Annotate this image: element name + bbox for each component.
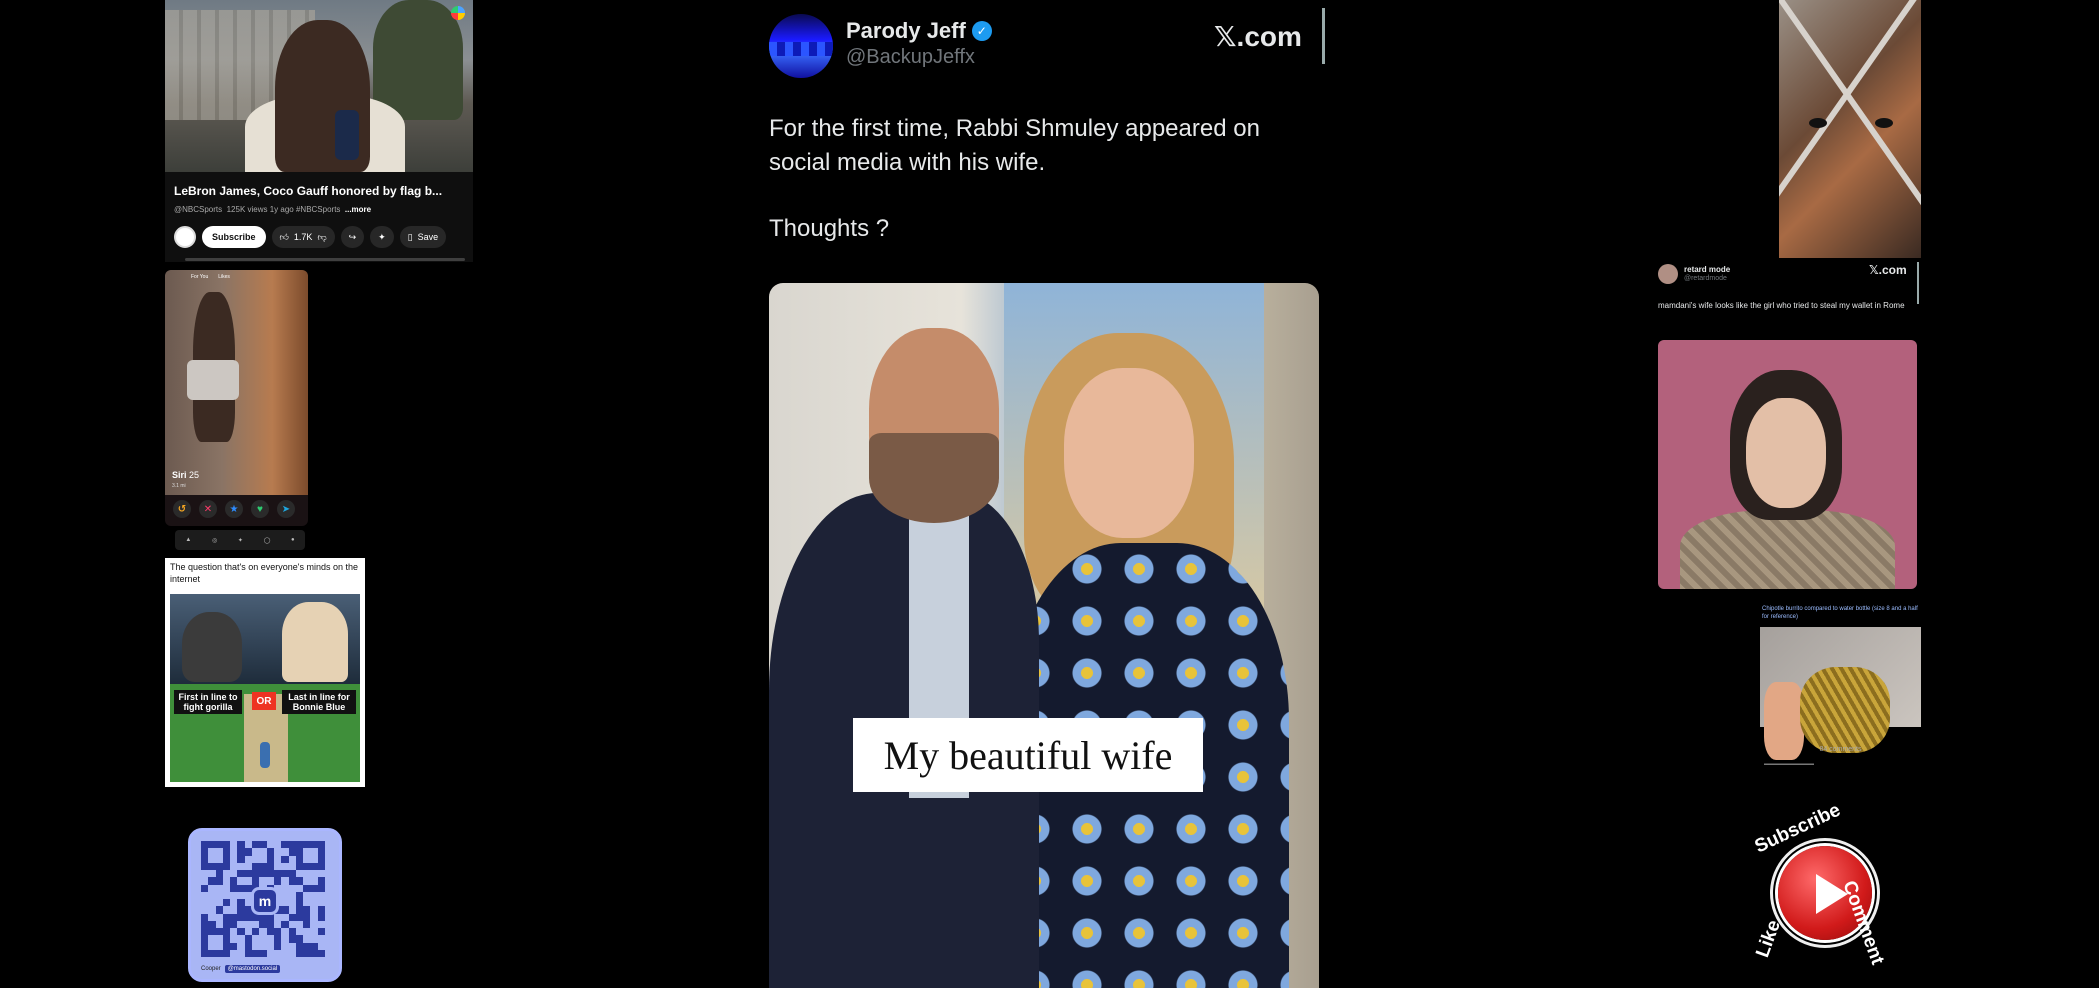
tweet-photo[interactable]	[1658, 340, 1917, 589]
woman-face	[1064, 368, 1194, 538]
verified-badge-icon: ✓	[971, 21, 992, 41]
qr-user: Cooper	[201, 966, 221, 972]
share-icon: ↪	[348, 231, 357, 242]
tweet-text: mamdani's wife looks like the girl who t…	[1658, 301, 1905, 310]
fence-bar	[1779, 0, 1921, 258]
profile-photo	[165, 270, 308, 495]
photo-outfit	[187, 360, 239, 400]
x-logo: 𝕏.com	[1869, 263, 1907, 277]
like-count: 1.7K	[293, 232, 313, 242]
dating-bottom-nav: ▲ ◎ ✦ ◯ ●	[175, 530, 305, 550]
author-avatar[interactable]	[1658, 264, 1678, 284]
closeup-image[interactable]	[1779, 0, 1921, 258]
profile-location: 3.1 mi	[172, 483, 186, 489]
comment-preview: ▬▬▬▬▬▬▬▬▬▬	[1764, 761, 1814, 767]
photo-coat	[1680, 510, 1895, 589]
thumbs-up-icon: 👍︎	[279, 231, 289, 242]
close-icon[interactable]: ✕	[199, 500, 217, 518]
rewind-icon[interactable]: ↺	[173, 500, 191, 518]
burrito-post[interactable]: Chipotle burrito compared to water bottl…	[1760, 593, 1921, 775]
tweet-divider	[1917, 262, 1919, 304]
swipe-buttons: ↺ ✕ ★ ♥ ➤	[173, 500, 295, 518]
video-stats: 125K views 1y ago #NBCSports	[226, 205, 341, 214]
eye-right	[1875, 118, 1893, 128]
man-beard	[869, 433, 999, 523]
meme-caption: The question that's on everyone's minds …	[170, 562, 359, 584]
nav-likes-icon[interactable]: ✦	[238, 537, 243, 544]
ai-button[interactable]: ✦	[370, 226, 394, 248]
author-handle[interactable]: @BackupJeffx	[846, 46, 975, 69]
subscribe-button[interactable]: Subscribe	[202, 226, 266, 248]
star-icon[interactable]: ★	[225, 500, 243, 518]
photo-burrito	[1800, 667, 1890, 753]
subscribe-badge[interactable]: Subscribe Comment Like	[1740, 800, 1910, 978]
channel-avatar[interactable]	[174, 226, 196, 248]
tweet-text-2: Thoughts ?	[769, 215, 890, 242]
sparkle-icon: ✦	[378, 231, 386, 242]
heart-icon[interactable]: ♥	[251, 500, 269, 518]
author-avatar[interactable]	[769, 14, 833, 78]
network-logo-icon	[451, 6, 465, 20]
post-text: Chipotle burrito compared to water bottl…	[1762, 606, 1918, 620]
mastodon-logo-icon: m	[251, 887, 279, 915]
dating-profile-card[interactable]: For You Likes Siri 25 3.1 mi ↺ ✕ ★ ♥ ➤	[165, 270, 308, 526]
secondary-tweet[interactable]: retard mode @retardmode 𝕏.com mamdani's …	[1657, 260, 1921, 590]
tab-for-you[interactable]: For You	[191, 274, 208, 280]
qr-tag: @mastodon.social	[224, 965, 281, 973]
profile-first-name: Siri	[172, 470, 187, 480]
author-handle[interactable]: @retardmode	[1684, 275, 1727, 282]
send-icon[interactable]: ➤	[277, 500, 295, 518]
tweet-divider	[1322, 8, 1325, 64]
thumbnail-tree	[373, 0, 463, 120]
tweet-photo[interactable]: My beautiful wife	[769, 283, 1319, 988]
tab-likes[interactable]: Likes	[218, 274, 230, 280]
meme-post[interactable]: The question that's on everyone's minds …	[165, 558, 365, 787]
comments-count[interactable]: 84 comments	[1760, 746, 1921, 753]
progress-bar[interactable]	[185, 258, 465, 261]
nav-swipe-icon[interactable]: ▲	[185, 537, 191, 543]
nav-chat-icon[interactable]: ◯	[264, 537, 271, 544]
post-photo[interactable]	[1760, 627, 1921, 760]
more-link[interactable]: ...more	[345, 205, 371, 214]
main-tweet[interactable]: Parody Jeff ✓ @BackupJeffx 𝕏.com For the…	[750, 0, 1350, 988]
dating-tabs: For You Likes	[165, 270, 308, 284]
author-display-name[interactable]: Parody Jeff	[846, 18, 966, 44]
badge-like-text: Like	[1752, 917, 1785, 961]
right-label: Last in line for Bonnie Blue	[282, 690, 356, 714]
meme-image: First in line to fight gorilla OR Last i…	[170, 594, 360, 782]
like-button[interactable]: 👍︎ 1.7K 👎︎	[271, 226, 335, 248]
video-meta: @NBCSports 125K views 1y ago #NBCSports …	[174, 205, 371, 214]
eye-left	[1809, 118, 1827, 128]
left-label: First in line to fight gorilla	[174, 690, 242, 714]
channel-handle[interactable]: @NBCSports	[174, 205, 222, 214]
microphone-icon	[335, 110, 359, 160]
author-display-name[interactable]: retard mode	[1684, 265, 1730, 274]
bookmark-icon: ▯	[407, 231, 413, 242]
nav-explore-icon[interactable]: ◎	[212, 537, 217, 544]
gorilla-figure	[182, 612, 242, 682]
video-thumbnail[interactable]	[165, 0, 473, 172]
tweet-text: For the first time, Rabbi Shmuley appear…	[769, 115, 1260, 176]
share-button[interactable]: ↪	[340, 226, 365, 248]
profile-name: Siri 25	[172, 470, 199, 480]
author-name[interactable]: Parody Jeff ✓	[846, 18, 992, 44]
qr-footer: Cooper @mastodon.social	[201, 965, 281, 973]
profile-age: 25	[189, 470, 200, 480]
photo-caption: My beautiful wife	[853, 718, 1203, 792]
x-logo: 𝕏.com	[1214, 21, 1302, 52]
photo-face	[1746, 398, 1826, 508]
save-label: Save	[417, 232, 439, 242]
thumbs-down-icon[interactable]: 👎︎	[317, 232, 326, 243]
video-title[interactable]: LeBron James, Coco Gauff honored by flag…	[174, 184, 442, 198]
qr-code-card[interactable]: m Cooper @mastodon.social	[188, 828, 342, 982]
youtube-video-card[interactable]: LeBron James, Coco Gauff honored by flag…	[165, 0, 473, 262]
or-label: OR	[252, 692, 276, 710]
nav-profile-icon[interactable]: ●	[291, 537, 295, 543]
fence-bar	[1779, 0, 1921, 258]
video-actions: Subscribe 👍︎ 1.7K 👎︎ ↪ ✦ ▯ Save	[174, 226, 447, 248]
kid-figure	[260, 742, 270, 768]
woman-figure	[282, 602, 348, 682]
save-button[interactable]: ▯ Save	[399, 226, 447, 248]
